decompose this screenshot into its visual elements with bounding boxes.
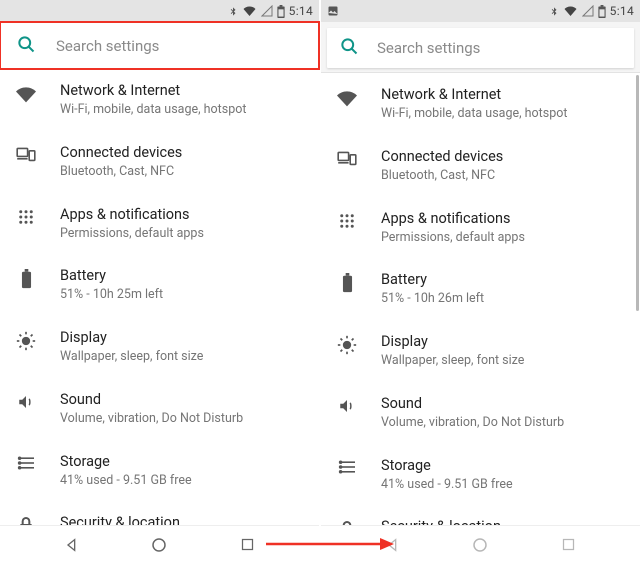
item-title: Battery [381,271,624,289]
item-sub: Permissions, default apps [60,226,303,242]
item-title: Battery [60,267,303,285]
item-title: Security & location [381,518,624,525]
item-title: Apps & notifications [381,210,624,228]
nav-back-button[interactable] [61,534,83,556]
settings-item-sound[interactable]: Sound Volume, vibration, Do Not Disturb [321,382,640,444]
nav-home-button[interactable] [148,534,170,556]
item-title: Sound [60,391,303,409]
phone-right: 5:14 Search settings Network & Internet W… [321,0,640,563]
search-placeholder: Search settings [377,39,480,57]
settings-item-storage[interactable]: Storage 41% used - 9.51 GB free [0,440,319,502]
apps-icon [16,208,36,226]
item-sub: Volume, vibration, Do Not Disturb [381,415,624,431]
devices-icon [16,146,36,162]
status-bar: 5:14 [321,0,640,22]
settings-item-network[interactable]: Network & Internet Wi-Fi, mobile, data us… [0,69,319,131]
item-sub: Permissions, default apps [381,230,624,246]
item-title: Network & Internet [60,82,303,100]
item-title: Storage [381,457,624,475]
settings-list: Network & Internet Wi-Fi, mobile, data us… [321,73,640,525]
nav-recents-button[interactable] [236,534,258,556]
settings-item-display[interactable]: Display Wallpaper, sleep, font size [321,320,640,382]
item-sub: 51% - 10h 26m left [381,291,624,307]
sound-icon [337,397,357,415]
storage-icon [337,459,357,475]
item-title: Connected devices [60,144,303,162]
item-title: Security & location [60,514,303,525]
item-sub: Wi-Fi, mobile, data usage, hotspot [60,102,303,118]
nav-bar [0,525,319,563]
bluetooth-icon [549,5,559,18]
nav-recents-button[interactable] [557,534,579,556]
bluetooth-icon [228,5,238,18]
item-sub: Bluetooth, Cast, NFC [60,164,303,180]
battery-icon [337,273,357,293]
settings-item-security[interactable]: Security & locationPlay Protect, screen … [0,501,319,525]
settings-item-battery[interactable]: Battery 51% - 10h 26m left [321,258,640,320]
settings-item-network[interactable]: Network & Internet Wi-Fi, mobile, data us… [321,73,640,135]
item-title: Connected devices [381,148,624,166]
display-icon [337,335,357,355]
settings-item-security[interactable]: Security & locationPlay Protect, screen … [321,505,640,525]
item-sub: Wallpaper, sleep, font size [60,349,303,365]
search-icon [339,36,359,60]
item-sub: Wi-Fi, mobile, data usage, hotspot [381,106,624,122]
settings-item-sound[interactable]: Sound Volume, vibration, Do Not Disturb [0,378,319,440]
item-title: Display [381,333,624,351]
screenshot-notification-icon [327,5,339,17]
signal-icon [261,5,273,17]
battery-status-icon [277,5,285,18]
item-sub: Volume, vibration, Do Not Disturb [60,411,303,427]
item-title: Storage [60,453,303,471]
wifi-icon [337,88,357,108]
nav-bar [321,525,640,563]
item-sub: Bluetooth, Cast, NFC [381,168,624,184]
item-title: Sound [381,395,624,413]
display-icon [16,331,36,351]
clock: 5:14 [289,4,313,18]
wifi-status-icon [563,5,578,17]
settings-item-apps[interactable]: Apps & notifications Permissions, default… [321,197,640,259]
item-title: Apps & notifications [60,206,303,224]
search-icon [16,34,36,58]
lock-icon [16,516,36,525]
status-bar: 5:14 [0,0,319,22]
battery-status-icon [598,5,606,18]
search-settings-bar[interactable]: Search settings [0,22,319,69]
settings-item-apps[interactable]: Apps & notifications Permissions, default… [0,193,319,255]
item-sub: 51% - 10h 25m left [60,287,303,303]
clock: 5:14 [610,4,634,18]
settings-item-display[interactable]: Display Wallpaper, sleep, font size [0,316,319,378]
item-sub: 41% used - 9.51 GB free [381,477,624,493]
devices-icon [337,150,357,166]
search-placeholder: Search settings [56,37,159,55]
wifi-icon [16,84,36,104]
sound-icon [16,393,36,411]
nav-home-button[interactable] [469,534,491,556]
item-sub: Wallpaper, sleep, font size [381,353,624,369]
signal-icon [582,5,594,17]
nav-back-button[interactable] [382,534,404,556]
wifi-status-icon [242,5,257,17]
item-title: Display [60,329,303,347]
phone-left: 5:14 Search settings Network & Internet W… [0,0,319,563]
item-sub: 41% used - 9.51 GB free [60,473,303,489]
settings-item-storage[interactable]: Storage 41% used - 9.51 GB free [321,444,640,506]
settings-item-connected-devices[interactable]: Connected devices Bluetooth, Cast, NFC [0,131,319,193]
search-card-container: Search settings [321,22,640,73]
search-settings-card[interactable]: Search settings [327,28,634,68]
settings-item-connected-devices[interactable]: Connected devices Bluetooth, Cast, NFC [321,135,640,197]
lock-icon [337,520,357,525]
item-title: Network & Internet [381,86,624,104]
settings-item-battery[interactable]: Battery 51% - 10h 25m left [0,254,319,316]
settings-list: Network & Internet Wi-Fi, mobile, data us… [0,69,319,525]
apps-icon [337,212,357,230]
scrollbar[interactable] [636,75,639,311]
storage-icon [16,455,36,471]
battery-icon [16,269,36,289]
